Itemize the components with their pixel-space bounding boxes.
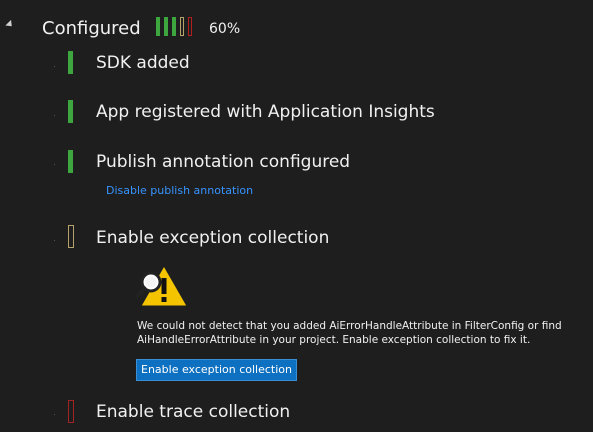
disable-publish-annotation-link[interactable]: Disable publish annotation [106, 184, 253, 198]
step-status-complete [68, 51, 73, 74]
step-status-complete [68, 150, 73, 173]
progress-indicator [156, 17, 192, 38]
tree-bullet [54, 164, 55, 165]
progress-segment-empty [188, 17, 192, 36]
progress-percentage: 60% [209, 21, 241, 37]
step-label-publish-annotation: Publish annotation configured [96, 152, 351, 172]
progress-segment-filled [156, 17, 160, 36]
step-status-complete [68, 100, 73, 123]
step-status-incomplete [68, 400, 74, 423]
tree-bullet [54, 414, 55, 415]
progress-segment-filled [172, 17, 176, 36]
warning-magnifier-icon [135, 264, 188, 308]
tree-bullet [54, 115, 55, 116]
step-label-app-registered: App registered with Application Insights [96, 102, 435, 122]
section-title: Configured [42, 18, 141, 39]
step-label-trace-collection: Enable trace collection [96, 402, 291, 422]
progress-segment-partial [180, 17, 184, 36]
tree-bullet [54, 66, 55, 67]
progress-segment-filled [164, 17, 168, 36]
step-label-sdk-added: SDK added [96, 53, 190, 73]
warning-message: We could not detect that you added AiErr… [137, 320, 562, 346]
step-status-partial [68, 225, 74, 248]
collapse-expander-icon[interactable] [5, 19, 15, 30]
tree-bullet [54, 240, 55, 241]
enable-exception-collection-button[interactable]: Enable exception collection [136, 359, 297, 381]
step-label-exception-collection: Enable exception collection [96, 228, 330, 248]
